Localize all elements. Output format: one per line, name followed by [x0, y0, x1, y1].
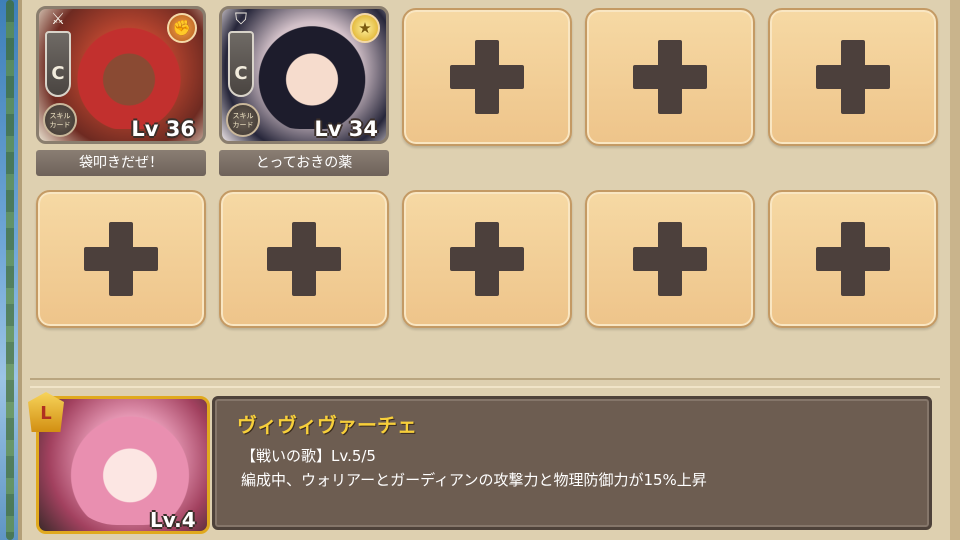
empty-slot[interactable] — [219, 190, 389, 328]
empty-slot[interactable] — [585, 8, 755, 146]
class-badge: C — [228, 31, 254, 97]
plus-icon — [816, 40, 890, 114]
section-divider — [30, 378, 940, 388]
plus-icon — [267, 222, 341, 296]
leader-skill-title: 【戦いの歌】Lv.5/5 — [241, 447, 376, 465]
member-level: Lv 34 — [314, 117, 378, 141]
empty-slot[interactable] — [585, 190, 755, 328]
skill-card-badge: スキル カード — [43, 103, 77, 137]
plus-icon — [633, 222, 707, 296]
leader-skill-panel: ヴィヴィヴァーチェ 【戦いの歌】Lv.5/5 編成中、ウォリアーとガーディアンの… — [212, 396, 932, 530]
plus-icon — [84, 222, 158, 296]
class-badge: C — [45, 31, 71, 97]
member-level: Lv 36 — [131, 117, 195, 141]
skill-card-badge: スキル カード — [226, 103, 260, 137]
vine-decoration — [6, 0, 14, 540]
party-member-card-2[interactable]: ⛉ C ★ スキル カード Lv 34 — [219, 6, 389, 144]
empty-slot[interactable] — [768, 8, 938, 146]
leader-skill-description: 編成中、ウォリアーとガーディアンの攻撃力と物理防御力が15%上昇 — [241, 471, 707, 489]
empty-slot[interactable] — [768, 190, 938, 328]
plus-icon — [633, 40, 707, 114]
empty-slot[interactable] — [36, 190, 206, 328]
party-member-card-1[interactable]: ⚔ C ✊ スキル カード Lv 36 — [36, 6, 206, 144]
plus-icon — [816, 222, 890, 296]
fire-icon: ✊ — [167, 13, 197, 43]
member-skill-name: 袋叩きだぜ！ — [36, 150, 206, 176]
leader-name: ヴィヴィヴァーチェ — [237, 413, 417, 437]
empty-slot[interactable] — [402, 190, 572, 328]
plus-icon — [450, 222, 524, 296]
member-skill-name: とっておきの薬 — [219, 150, 389, 176]
plus-icon — [450, 40, 524, 114]
crossed-swords-icon: ⚔ — [50, 9, 66, 28]
shield-icon: ⛉ — [234, 9, 247, 28]
leader-level: Lv.4 — [150, 508, 196, 532]
empty-slot[interactable] — [402, 8, 572, 146]
star-icon: ★ — [350, 13, 380, 43]
